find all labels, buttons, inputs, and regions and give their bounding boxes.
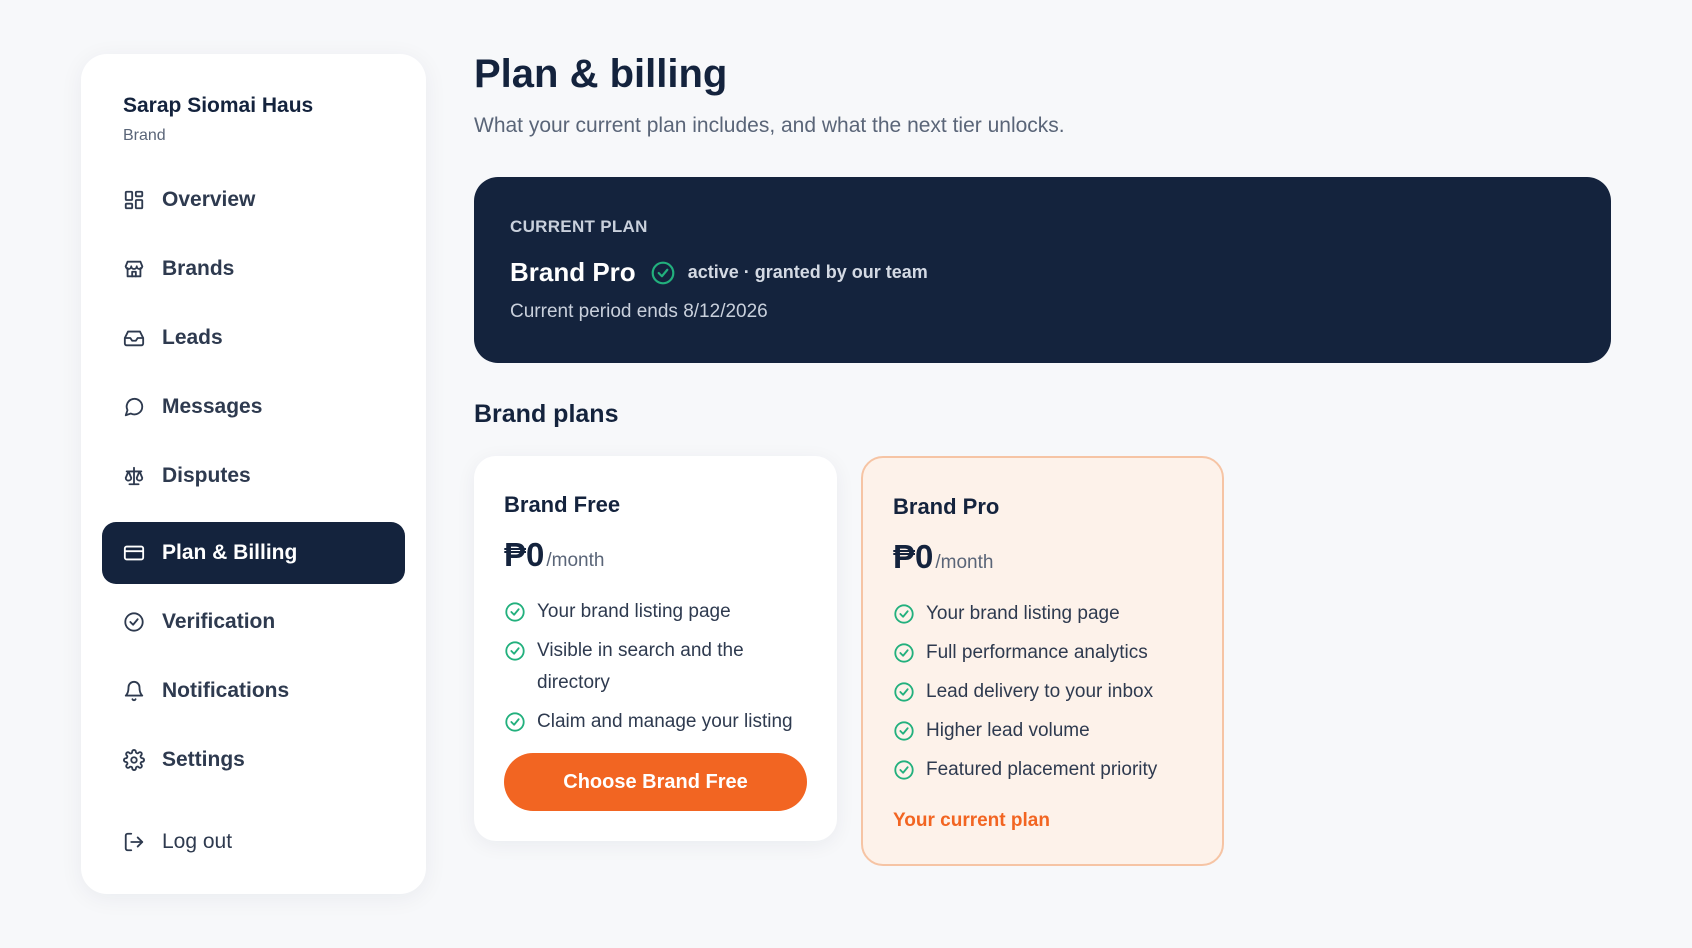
page-title: Plan & billing xyxy=(474,52,728,96)
current-plan-period: Current period ends 8/12/2026 xyxy=(510,301,768,322)
sidebar-item-overview[interactable]: Overview xyxy=(102,169,405,231)
logout-button[interactable]: Log out xyxy=(102,811,405,873)
sidebar: Sarap Siomai Haus Brand Overview Brands … xyxy=(81,54,426,894)
check-circle-icon xyxy=(504,596,528,628)
list-item: Your brand listing page xyxy=(504,596,814,628)
sidebar-item-label: Overview xyxy=(162,188,256,211)
page-subtitle: What your current plan includes, and wha… xyxy=(474,114,1065,137)
feature-text: Higher lead volume xyxy=(926,720,1090,741)
plan-name: Brand Free xyxy=(504,492,621,517)
check-circle-icon xyxy=(504,635,528,667)
sidebar-item-label: Notifications xyxy=(162,679,290,702)
sidebar-item-label: Verification xyxy=(162,610,276,633)
sidebar-item-label: Leads xyxy=(162,326,223,349)
plan-name: Brand Pro xyxy=(893,494,1000,519)
bell-icon xyxy=(123,680,145,702)
choose-brand-free-button[interactable]: Choose Brand Free xyxy=(504,753,807,811)
list-item: Featured placement priority xyxy=(893,754,1203,786)
sidebar-item-settings[interactable]: Settings xyxy=(102,729,405,791)
price-amount: ₱0 xyxy=(893,538,934,575)
scale-icon xyxy=(123,465,145,487)
current-plan-status: active · granted by our team xyxy=(687,262,928,282)
feature-text: Your brand listing page xyxy=(537,601,731,622)
price-unit: /month xyxy=(546,550,605,571)
store-icon xyxy=(123,258,145,280)
list-item: Higher lead volume xyxy=(893,715,1203,747)
feature-list: Your brand listing page Visible in searc… xyxy=(504,596,814,745)
sidebar-item-plan-billing[interactable]: Plan & Billing xyxy=(102,522,405,584)
grid-icon xyxy=(123,189,145,211)
price-unit: /month xyxy=(935,552,994,573)
plan-price: ₱0 /month xyxy=(504,536,604,574)
current-plan-label: Your current plan xyxy=(893,810,1050,831)
account-role: Brand xyxy=(123,127,166,144)
check-circle-icon xyxy=(893,598,917,630)
sidebar-item-label: Disputes xyxy=(162,464,251,487)
plan-card-brand-free: Brand Free ₱0 /month Your brand listing … xyxy=(474,456,837,841)
logout-label: Log out xyxy=(162,830,233,853)
plan-price: ₱0 /month xyxy=(893,538,993,576)
sidebar-item-messages[interactable]: Messages xyxy=(102,376,405,438)
list-item: Lead delivery to your inbox xyxy=(893,676,1203,708)
sidebar-item-verification[interactable]: Verification xyxy=(102,591,405,653)
check-circle-icon xyxy=(893,676,917,708)
feature-text: Visible in search and the directory xyxy=(537,640,744,693)
list-item: Full performance analytics xyxy=(893,637,1203,669)
sidebar-item-brands[interactable]: Brands xyxy=(102,238,405,300)
badge-check-icon xyxy=(123,611,145,633)
feature-text: Full performance analytics xyxy=(926,642,1148,663)
check-circle-icon xyxy=(893,754,917,786)
feature-text: Lead delivery to your inbox xyxy=(926,681,1154,702)
current-plan-card: CURRENT PLAN Brand Pro active · granted … xyxy=(474,177,1611,363)
sidebar-item-label: Brands xyxy=(162,257,235,280)
sidebar-item-leads[interactable]: Leads xyxy=(102,307,405,369)
logout-icon xyxy=(123,831,145,853)
feature-text: Your brand listing page xyxy=(926,603,1120,624)
list-item: Visible in search and the directory xyxy=(504,635,814,699)
price-amount: ₱0 xyxy=(504,536,545,573)
feature-list: Your brand listing page Full performance… xyxy=(893,598,1203,793)
feature-text: Claim and manage your listing xyxy=(537,711,793,732)
chat-icon xyxy=(123,396,145,418)
feature-text: Featured placement priority xyxy=(926,759,1158,780)
check-circle-icon xyxy=(504,706,528,738)
check-circle-icon xyxy=(650,260,676,286)
sidebar-item-label: Settings xyxy=(162,748,245,771)
section-title: Brand plans xyxy=(474,400,619,428)
sidebar-item-label: Messages xyxy=(162,395,263,418)
check-circle-icon xyxy=(893,715,917,747)
current-plan-name: Brand Pro xyxy=(510,257,636,287)
list-item: Your brand listing page xyxy=(893,598,1203,630)
check-circle-icon xyxy=(893,637,917,669)
sidebar-item-notifications[interactable]: Notifications xyxy=(102,660,405,722)
list-item: Claim and manage your listing xyxy=(504,706,814,738)
account-name: Sarap Siomai Haus xyxy=(123,94,314,117)
gear-icon xyxy=(123,749,145,771)
sidebar-item-disputes[interactable]: Disputes xyxy=(102,445,405,507)
current-plan-eyebrow: CURRENT PLAN xyxy=(510,217,648,236)
inbox-icon xyxy=(123,327,145,349)
sidebar-item-label: Plan & Billing xyxy=(162,541,298,564)
plan-card-brand-pro: Brand Pro ₱0 /month Your brand listing p… xyxy=(861,456,1224,866)
credit-card-icon xyxy=(123,542,145,564)
